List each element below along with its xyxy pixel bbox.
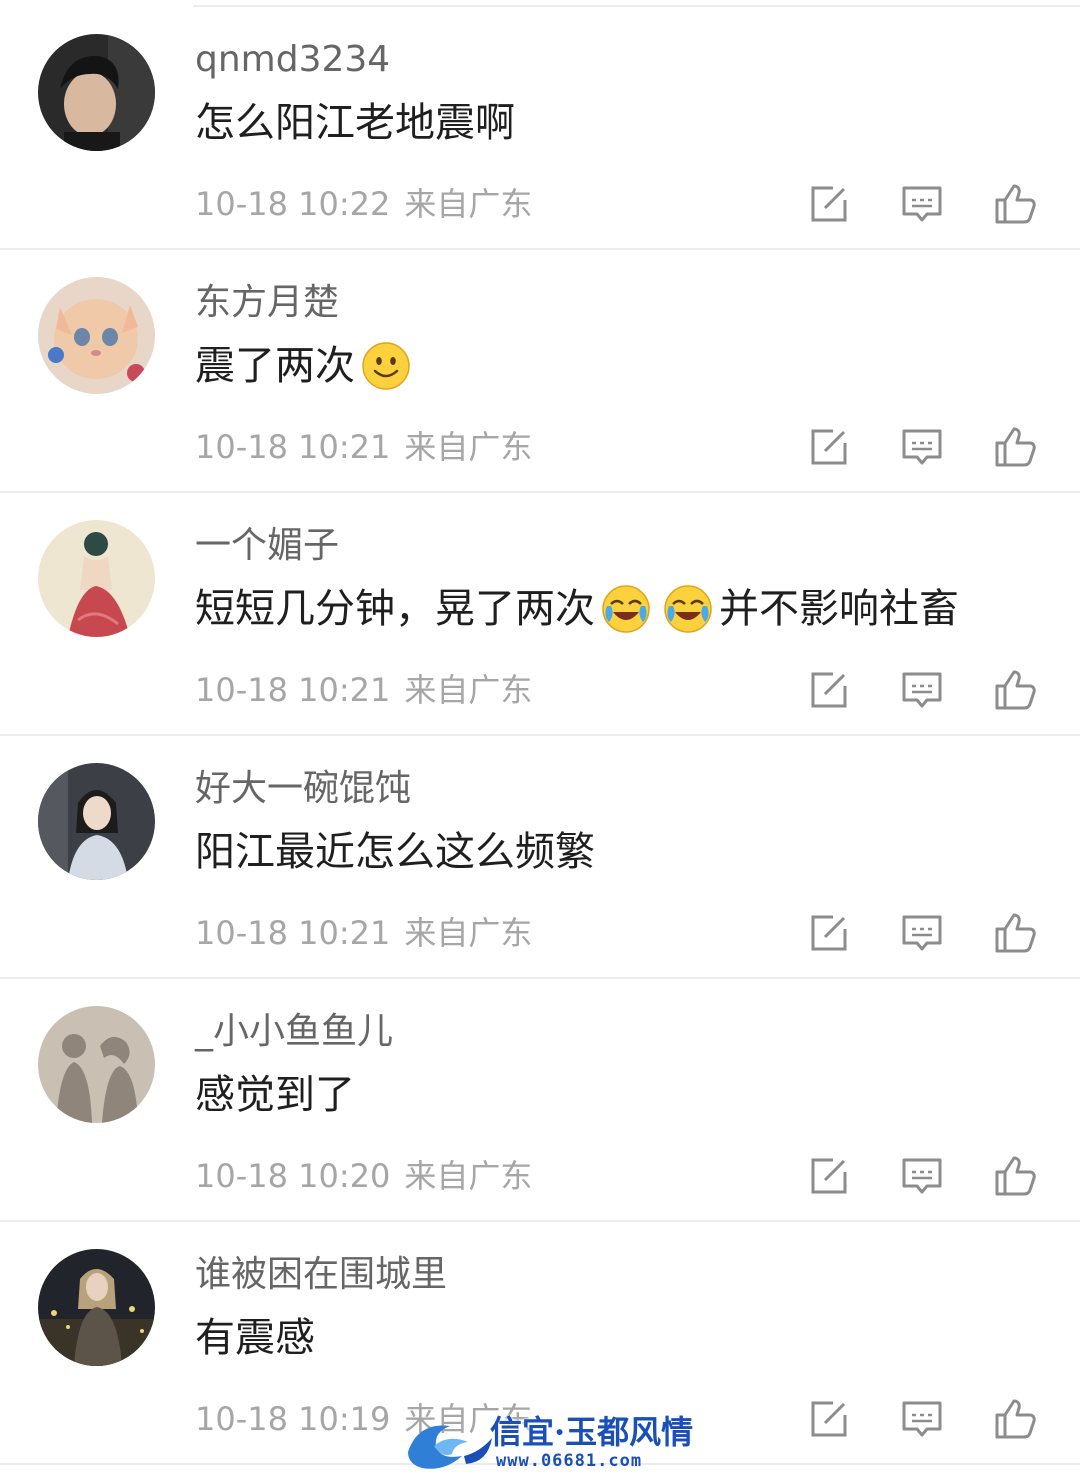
laugh-cry-emoji [601,584,651,634]
avatar-kitten-photo [38,277,155,394]
laugh-cry-emoji-icon [664,585,712,633]
avatar[interactable] [38,763,155,880]
thumbs-up-icon [995,184,1036,224]
reply-button[interactable] [897,179,947,229]
edit-icon [811,1158,847,1194]
reply-button[interactable] [897,1394,947,1444]
edit-icon [811,672,847,708]
laugh-cry-emoji [663,584,713,634]
repost-button[interactable] [804,908,854,958]
like-button[interactable] [990,1151,1040,1201]
comment-text-segment: 阳江最近怎么这么频繁 [195,829,595,875]
repost-button[interactable] [804,1394,854,1444]
thumbs-up-icon [995,670,1036,710]
avatar[interactable] [38,520,155,637]
reply-comment-icon [902,429,942,465]
comment-text-segment: 短短几分钟，晃了两次 [195,586,595,632]
comment-actions [0,908,1080,958]
reply-comment-icon [902,186,942,222]
avatar-girl-photo [38,763,155,880]
repost-button[interactable] [804,179,854,229]
comment-text: 震了两次 [195,338,417,394]
username[interactable]: qnmd3234 [195,37,390,83]
thumbs-up-icon [995,427,1036,467]
avatar[interactable] [38,277,155,394]
avatar[interactable] [38,34,155,151]
comment-item: 一个媚子 短短几分钟，晃了两次 并不影响社畜 10-18 10:21 来自广东 [0,493,1080,736]
reply-button[interactable] [897,665,947,715]
username[interactable]: 东方月楚 [195,280,339,326]
watermark-url: www.06681.com [496,1451,643,1471]
username[interactable]: 一个媚子 [195,523,339,569]
site-watermark: 信宜·玉都风情 www.06681.com [404,1412,693,1474]
comment-actions [0,1151,1080,1201]
comment-text-segment: 怎么阳江老地震啊 [195,100,515,146]
avatar[interactable] [38,1249,155,1366]
like-button[interactable] [990,422,1040,472]
avatar-silhouette-couple [38,1006,155,1123]
smile-emoji-icon [362,342,410,390]
reply-comment-icon [902,672,942,708]
comment-text: 有震感 [195,1310,315,1366]
edit-icon [811,186,847,222]
thumbs-up-icon [995,913,1036,953]
avatar-illustration-woman [38,520,155,637]
like-button[interactable] [990,1394,1040,1444]
reply-comment-icon [902,1158,942,1194]
reply-button[interactable] [897,1151,947,1201]
comment-text-segment: 并不影响社畜 [719,586,959,632]
edit-icon [811,915,847,951]
like-button[interactable] [990,179,1040,229]
like-button[interactable] [990,908,1040,958]
comment-text: 感觉到了 [195,1067,355,1123]
username[interactable]: _小小鱼鱼儿 [195,1009,393,1055]
username[interactable]: 谁被困在围城里 [195,1252,447,1298]
thumbs-up-icon [995,1399,1036,1439]
avatar-young-man-photo [38,34,155,151]
thumbs-up-icon [995,1156,1036,1196]
reply-comment-icon [902,915,942,951]
like-button[interactable] [990,665,1040,715]
comment-item: 东方月楚 震了两次 10-18 10:21 来自广东 [0,250,1080,493]
comment-item: 好大一碗馄饨 阳江最近怎么这么频繁 10-18 10:21 来自广东 [0,736,1080,979]
reply-button[interactable] [897,422,947,472]
reply-button[interactable] [897,908,947,958]
comment-list: qnmd3234 怎么阳江老地震啊 10-18 10:22 来自广东 东方月楚 … [0,7,1080,1465]
comment-item: qnmd3234 怎么阳江老地震啊 10-18 10:22 来自广东 [0,7,1080,250]
laugh-cry-emoji-icon [602,585,650,633]
edit-icon [811,1401,847,1437]
username[interactable]: 好大一碗馄饨 [195,766,411,812]
comment-actions [0,665,1080,715]
comment-actions [0,179,1080,229]
comment-text: 短短几分钟，晃了两次 并不影响社畜 [195,581,959,637]
comment-text-segment: 有震感 [195,1315,315,1361]
smile-emoji [361,341,411,391]
comment-text-segment: 感觉到了 [195,1072,355,1118]
wave-logo-icon [408,1425,492,1469]
repost-button[interactable] [804,422,854,472]
watermark-title: 信宜·玉都风情 [490,1413,694,1451]
comment-item: _小小鱼鱼儿 感觉到了 10-18 10:20 来自广东 [0,979,1080,1222]
avatar-night-city-photo [38,1249,155,1366]
comment-text: 阳江最近怎么这么频繁 [195,824,595,880]
repost-button[interactable] [804,665,854,715]
comment-actions [0,422,1080,472]
reply-comment-icon [902,1401,942,1437]
comment-text: 怎么阳江老地震啊 [195,95,515,151]
comment-text-segment: 震了两次 [195,343,355,389]
avatar[interactable] [38,1006,155,1123]
repost-button[interactable] [804,1151,854,1201]
edit-icon [811,429,847,465]
